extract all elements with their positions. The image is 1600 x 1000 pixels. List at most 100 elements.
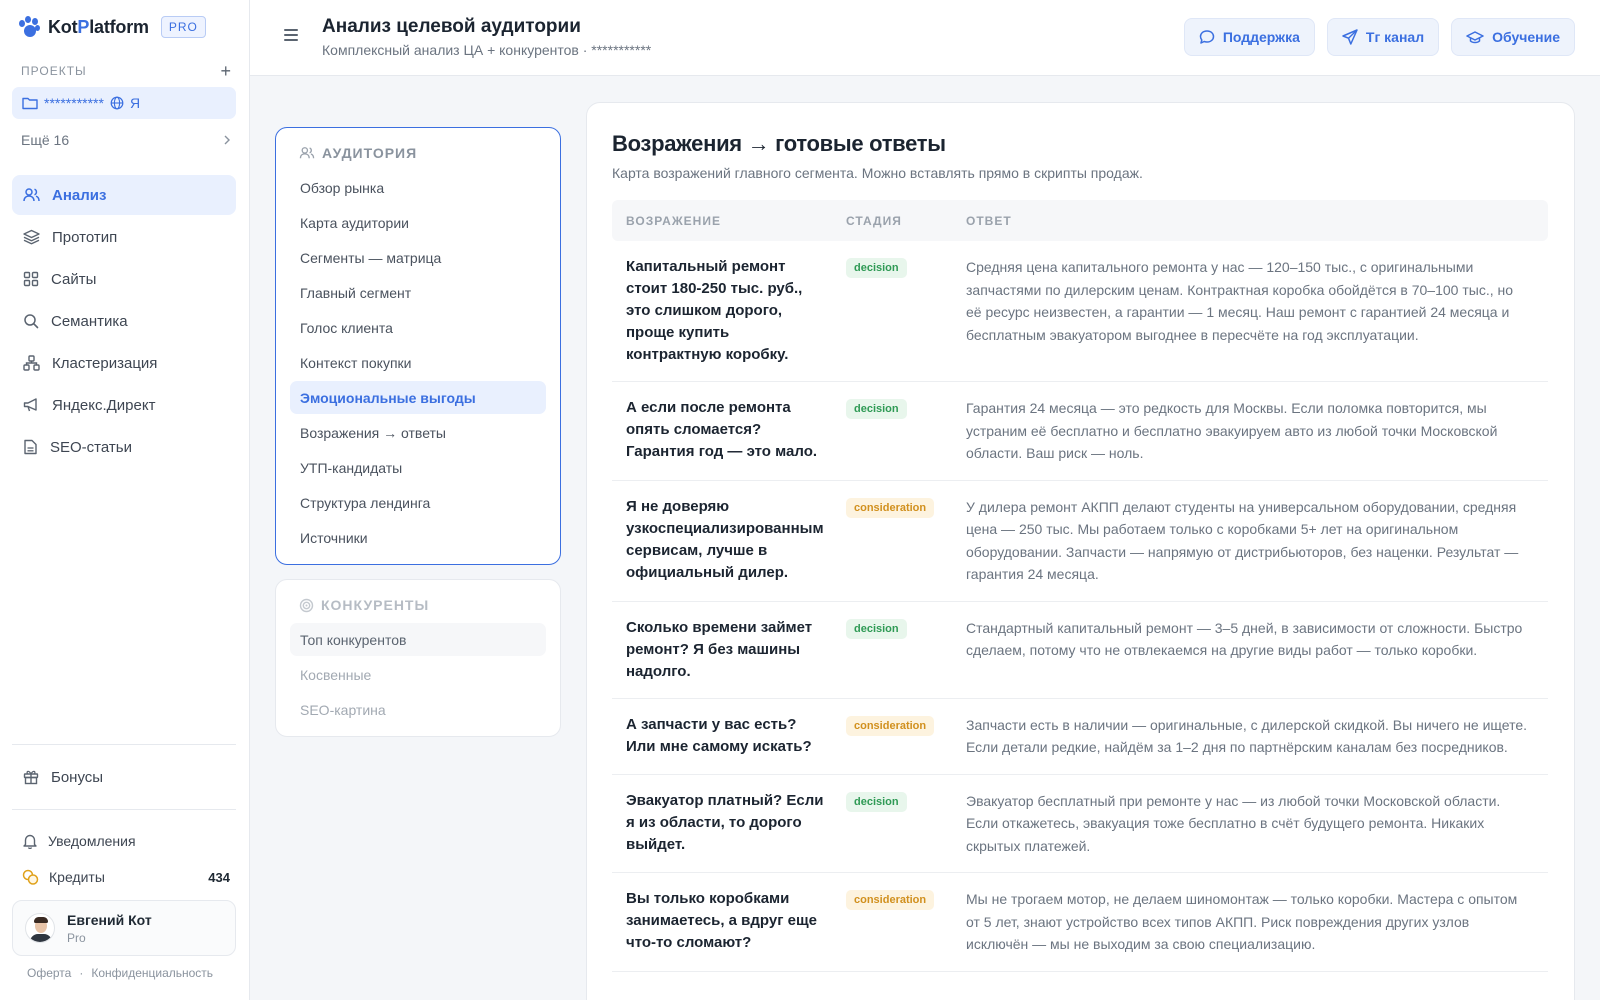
stage-badge: decision (846, 791, 907, 812)
folder-icon (22, 97, 38, 110)
audience-nav-item[interactable]: Возражения → ответы (290, 416, 546, 449)
objection-cell: Эвакуатор платный? Если я из области, то… (626, 791, 824, 853)
audience-nav-item[interactable]: Главный сегмент (290, 276, 546, 309)
answer-cell: Средняя цена капитального ремонта у нас … (966, 259, 1514, 343)
paw-logo-icon (18, 16, 40, 38)
projects-header: ПРОЕКТЫ + (21, 62, 231, 80)
support-button[interactable]: Поддержка (1183, 18, 1315, 56)
stage-cell: consideration (846, 888, 966, 956)
project-item-current[interactable]: *********** Я (12, 87, 236, 119)
competitors-panel-title: КОНКУРЕНТЫ (299, 597, 429, 613)
audience-nav-item[interactable]: Эмоциональные выгоды (290, 381, 546, 414)
project-name: *********** (44, 95, 104, 111)
objection-cell: Капитальный ремонт стоит 180-250 тыс. ру… (626, 258, 803, 363)
nav-label: Кластеризация (52, 354, 158, 372)
footer-links: Оферта · Конфиденциальность (27, 966, 213, 980)
telegram-button[interactable]: Тг канал (1326, 18, 1440, 56)
users-icon (299, 147, 315, 159)
nav-item-seo-articles[interactable]: SEO-статьи (12, 427, 236, 467)
page-subtitle: Комплексный анализ ЦА + конкурентов · **… (322, 42, 652, 58)
audience-nav-item[interactable]: Карта аудитории (290, 206, 546, 239)
menu-icon[interactable] (284, 29, 298, 43)
audience-nav-item[interactable]: Структура лендинга (290, 486, 546, 519)
audience-nav-item[interactable]: Обзор рынка (290, 171, 546, 204)
answer-cell: Эвакуатор бесплатный при ремонте у нас —… (966, 792, 1501, 854)
send-icon (1342, 29, 1358, 45)
more-projects-label: Ещё 16 (21, 132, 70, 148)
notifications-label: Уведомления (48, 833, 136, 849)
audience-nav-item[interactable]: Голос клиента (290, 311, 546, 344)
audience-nav-item[interactable]: УТП-кандидаты (290, 451, 546, 484)
stage-cell: decision (846, 790, 966, 858)
audience-panel-title: АУДИТОРИЯ (299, 145, 417, 161)
coins-icon (22, 869, 39, 885)
bell-icon (23, 834, 37, 849)
table-header: ВОЗРАЖЕНИЕ СТАДИЯ ОТВЕТ (612, 200, 1548, 241)
search-icon (24, 314, 39, 329)
bonus-label: Бонусы (51, 768, 104, 786)
table-row: А если после ремонта опять сломается? Га… (612, 382, 1548, 481)
credits-link[interactable]: Кредиты 434 (12, 862, 236, 892)
chevron-right-icon (224, 135, 230, 145)
sidebar-divider (12, 809, 236, 810)
sidebar: KotPlatform PRO ПРОЕКТЫ + *********** Я … (0, 0, 250, 1000)
audience-nav-item[interactable]: Контекст покупки (290, 346, 546, 379)
objection-cell: Вы только коробками занимаетесь, а вдруг… (626, 890, 817, 951)
notifications-link[interactable]: Уведомления (12, 826, 236, 856)
logo-text: KotPlatform (48, 16, 149, 37)
header-actions: Поддержка Тг канал Обучение (1183, 18, 1575, 56)
objection-cell: А запчасти у вас есть? Или мне самому ис… (626, 715, 812, 755)
stage-badge: decision (846, 618, 907, 639)
stage-cell: decision (846, 397, 966, 465)
answer-cell: У дилера ремонт АКПП делают студенты на … (966, 498, 1519, 583)
competitors-list: Топ конкурентов Косвенные SEO-картина (290, 623, 546, 728)
globe-icon (110, 96, 124, 110)
credits-label: Кредиты (49, 869, 105, 885)
competitors-nav-item[interactable]: SEO-картина (290, 693, 546, 726)
table-row: Вы только коробками занимаетесь, а вдруг… (612, 873, 1548, 972)
competitors-nav-item[interactable]: Топ конкурентов (290, 623, 546, 656)
table-row: Эвакуатор платный? Если я из области, то… (612, 775, 1548, 873)
stage-badge: decision (846, 399, 907, 419)
avatar (25, 913, 55, 943)
logo[interactable]: KotPlatform PRO (18, 16, 206, 38)
stage-cell: consideration (846, 714, 966, 759)
table-body: Капитальный ремонт стоит 180-250 тыс. ру… (612, 241, 1548, 972)
target-icon (299, 598, 314, 612)
offer-link[interactable]: Оферта (27, 966, 71, 980)
nav-item-analysis[interactable]: Анализ (12, 175, 236, 215)
nav-label: SEO-статьи (50, 438, 132, 456)
audience-nav-item[interactable]: Источники (290, 521, 546, 554)
page-title: Анализ целевой аудитории (322, 16, 581, 37)
add-project-button[interactable]: + (220, 62, 231, 80)
footer-separator: · (79, 966, 84, 980)
user-plan: Pro (67, 930, 86, 945)
audience-panel: АУДИТОРИЯ Обзор рынка Карта аудитории Сегм… (275, 127, 561, 565)
audience-title-text: АУДИТОРИЯ (322, 145, 418, 161)
user-card[interactable]: Евгений Кот Pro (12, 900, 236, 956)
pro-badge: PRO (160, 16, 206, 38)
competitors-nav-item[interactable]: Косвенные (290, 658, 546, 691)
column-header-stage: СТАДИЯ (846, 213, 902, 228)
audience-list: Обзор рынка Карта аудитории Сегменты — мат… (290, 171, 546, 556)
privacy-link[interactable]: Конфиденциальность (91, 966, 213, 980)
objections-card: Возражения → готовые ответы Карта возраж… (586, 102, 1575, 1000)
audience-nav-item[interactable]: Сегменты — матрица (290, 241, 546, 274)
stage-badge: consideration (846, 497, 935, 518)
telegram-label: Тг канал (1365, 29, 1425, 45)
competitors-title-text: КОНКУРЕНТЫ (321, 597, 430, 613)
bonus-link[interactable]: Бонусы (12, 760, 236, 794)
nav-item-yandex-direct[interactable]: Яндекс.Директ (12, 385, 236, 425)
sidebar-divider (12, 744, 236, 745)
learning-button[interactable]: Обучение (1451, 18, 1575, 56)
more-projects-toggle[interactable]: Ещё 16 (21, 132, 231, 148)
nav-item-prototype[interactable]: Прототип (12, 217, 236, 257)
stage-badge: consideration (846, 890, 935, 910)
nav-label: Анализ (52, 186, 107, 204)
nav-item-sites[interactable]: Сайты (12, 259, 236, 299)
gift-icon (23, 770, 39, 785)
table-row: Сколько времени займет ремонт? Я без маш… (612, 602, 1548, 699)
stage-cell: consideration (846, 496, 966, 586)
nav-item-clustering[interactable]: Кластеризация (12, 343, 236, 383)
nav-item-semantics[interactable]: Семантика (12, 301, 236, 341)
